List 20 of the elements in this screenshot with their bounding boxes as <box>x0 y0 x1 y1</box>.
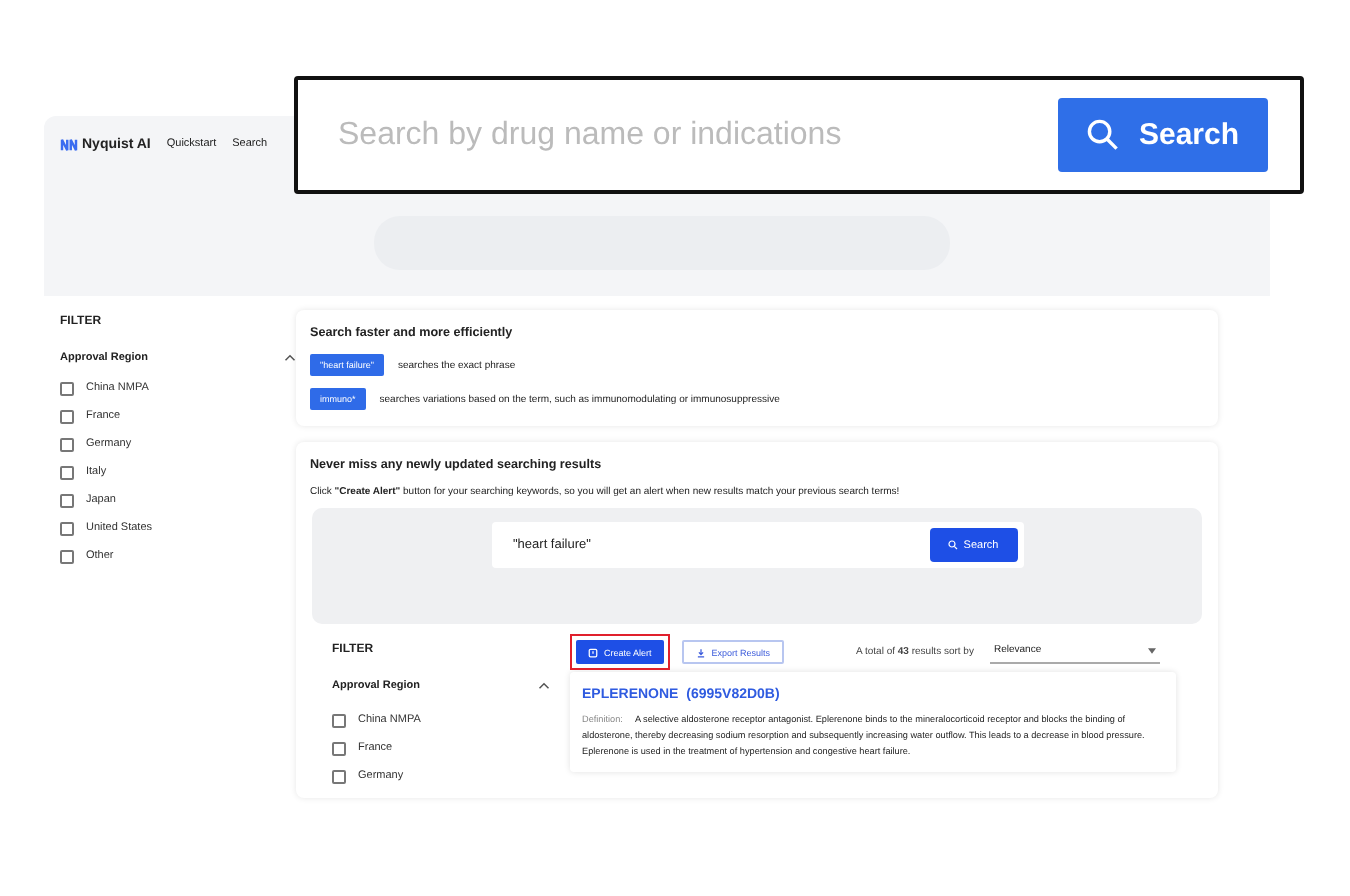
search-icon <box>1086 118 1121 152</box>
chevron-icon[interactable] <box>284 354 296 362</box>
checkbox[interactable] <box>332 769 346 783</box>
logo-icon <box>60 137 78 151</box>
checkbox[interactable] <box>60 409 74 423</box>
search-button[interactable]: Search <box>1058 98 1268 172</box>
checkbox[interactable] <box>60 381 74 395</box>
checkbox[interactable] <box>60 437 74 451</box>
checkbox[interactable] <box>332 741 346 755</box>
checkbox[interactable] <box>60 521 74 535</box>
result-card[interactable] <box>570 672 1176 772</box>
checkbox[interactable] <box>60 549 74 563</box>
checkbox[interactable] <box>60 465 74 479</box>
dropdown-icon <box>1147 647 1156 653</box>
checkbox[interactable] <box>60 493 74 507</box>
download-icon <box>695 647 706 657</box>
search-icon <box>947 540 958 550</box>
checkbox[interactable] <box>332 713 346 727</box>
alert-icon <box>588 647 598 657</box>
chevron-icon[interactable] <box>538 682 550 690</box>
